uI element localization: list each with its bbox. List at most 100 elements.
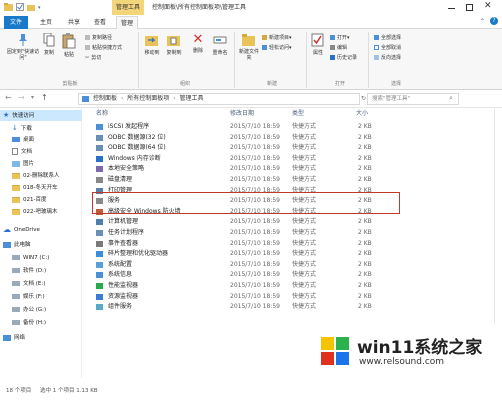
copy-path-icon [85, 35, 90, 40]
copy-path-button[interactable]: 复制路径 [85, 34, 112, 41]
nav-network[interactable]: 网络 [0, 333, 82, 344]
nav-drive-f[interactable]: 娱乐 (F:) [0, 292, 82, 303]
copy-to-button[interactable]: 复制到 [164, 33, 184, 56]
nav-item-desktop[interactable]: 桌面 [0, 135, 82, 146]
nav-onedrive[interactable]: ☁ OneDrive [0, 224, 82, 235]
delete-button[interactable]: ✕ 删除 [190, 33, 206, 55]
invert-selection-button[interactable]: 反向选择 [374, 54, 401, 61]
select-none-icon [374, 45, 379, 50]
folder-icon [12, 208, 20, 215]
up-icon[interactable]: ↑ [41, 93, 48, 102]
file-row[interactable]: iSCSI 发起程序 2015/7/10 18:59 快捷方式 2 KB [88, 122, 398, 132]
select-none-button[interactable]: 全部取消 [374, 44, 401, 51]
minimize-icon[interactable] [448, 8, 455, 9]
new-folder-quick-icon[interactable] [27, 3, 35, 11]
nav-drive-c[interactable]: WIN7 (C:) [0, 253, 82, 264]
nav-item-pictures[interactable]: 图片 [0, 159, 82, 170]
file-date: 2015/7/10 18:59 [230, 282, 280, 289]
chevron-down-icon[interactable]: ▾ [38, 5, 41, 11]
file-row[interactable]: ODBC 数据源(64 位) 2015/7/10 18:59 快捷方式 2 KB [88, 143, 398, 153]
column-header-name[interactable]: 名称 [96, 108, 108, 120]
crumb-control-panel[interactable]: 控制面板 [93, 95, 117, 102]
recent-chevron-icon[interactable]: ▾ [31, 94, 34, 101]
column-header-type[interactable]: 类型 [292, 108, 304, 120]
nav-item-folder[interactable]: 018-冬天开车 [0, 183, 82, 194]
crumb-admin-tools[interactable]: 管理工具 [180, 95, 204, 102]
tools-context-tab[interactable]: 管理工具 [112, 0, 144, 15]
column-header-size[interactable]: 大小 [356, 108, 368, 120]
nav-drive-d[interactable]: 软件 (D:) [0, 266, 82, 277]
file-row[interactable]: 任务计划程序 2015/7/10 18:59 快捷方式 2 KB [88, 228, 398, 238]
file-row[interactable]: 磁盘清理 2015/7/10 18:59 快捷方式 2 KB [88, 175, 398, 185]
help-icon[interactable]: ? [490, 17, 498, 25]
file-name: 任务计划程序 [108, 229, 145, 236]
nav-item-downloads[interactable]: ↓ 下载 [0, 123, 82, 134]
nav-item-folder[interactable]: 021-百度 [0, 195, 82, 206]
forward-icon[interactable]: → [18, 93, 25, 102]
nav-drive-e[interactable]: 文档 (E:) [0, 279, 82, 290]
cut-button[interactable]: ✂ 剪切 [85, 54, 101, 62]
file-type: 快捷方式 [292, 218, 317, 226]
file-row[interactable]: 系统信息 2015/7/10 18:59 快捷方式 2 KB [88, 270, 398, 280]
copy-button[interactable]: 复制 [40, 32, 58, 56]
properties-button[interactable]: 属性 [310, 33, 326, 56]
nav-item-folder[interactable]: 022-吧玻璃木 [0, 207, 82, 218]
ribbon-tabs: 文件 主页 共享 查看 管理 ⌃ ? [0, 15, 502, 29]
nav-item-documents[interactable]: 文档 [0, 147, 82, 158]
folder-icon [12, 184, 20, 191]
address-input[interactable]: 控制面板 › 所有控制面板项 › 管理工具 [78, 93, 360, 105]
history-button[interactable]: 历史记录 [330, 54, 357, 61]
crumb-all-items[interactable]: 所有控制面板项 [127, 95, 169, 102]
paste-shortcut-button[interactable]: 粘贴快捷方式 [85, 44, 122, 51]
navigation-pane: ★ 快速访问 ↓ 下载 桌面 文档 图片 02-删除联系人 018-冬天开车 021… [0, 108, 82, 378]
select-all-button[interactable]: 全部选择 [374, 34, 401, 41]
file-row[interactable]: 事件查看器 2015/7/10 18:59 快捷方式 2 KB [88, 239, 398, 249]
back-icon[interactable]: ← [5, 93, 12, 102]
rename-button[interactable]: 重命名 [210, 33, 230, 56]
file-type: 快捷方式 [292, 144, 317, 152]
tab-manage[interactable]: 管理 [116, 16, 138, 29]
pin-quick-access-button[interactable]: 固定到"快速访问" [6, 33, 40, 61]
file-row[interactable]: Windows 内存诊断 2015/7/10 18:59 快捷方式 2 KB [88, 154, 398, 164]
nav-this-pc[interactable]: 此电脑 [0, 240, 82, 251]
expand-ribbon-icon[interactable]: ⌃ [480, 18, 485, 25]
move-to-button[interactable]: 移动到 [142, 33, 162, 56]
tab-view[interactable]: 查看 [90, 16, 110, 29]
close-icon[interactable]: ✕ [484, 1, 492, 11]
shortcut-icon [96, 293, 103, 300]
easy-access-button[interactable]: 轻松访问▾ [262, 44, 292, 51]
tab-share[interactable]: 共享 [64, 16, 84, 29]
file-date: 2015/7/10 18:59 [230, 165, 280, 173]
explorer-window: ▾ 管理工具 控制面板\所有控制面板项\管理工具 ✕ 文件 主页 共享 查看 管… [0, 0, 502, 400]
tab-home[interactable]: 主页 [36, 16, 56, 29]
paste-button[interactable]: 粘贴 [60, 33, 78, 58]
column-header-date[interactable]: 修改日期 [230, 108, 254, 120]
watermark: win11系统之家 www.relsound.com [313, 325, 502, 381]
file-name: 资源监视器 [108, 292, 139, 300]
organize-group-label: 组织 [179, 81, 190, 87]
search-input[interactable]: 搜索"管理工具" [367, 93, 459, 105]
crumb-separator: › [120, 95, 124, 102]
new-folder-button[interactable]: 新建文件夹 [238, 33, 260, 61]
checkmark-icon[interactable] [16, 3, 24, 11]
file-row[interactable]: 资源监视器 2015/7/10 18:59 快捷方式 2 KB [88, 292, 398, 302]
open-button[interactable]: 打开▾ [330, 34, 350, 41]
nav-item-folder[interactable]: 02-删除联系人 [0, 171, 82, 182]
file-row[interactable]: 组件服务 2015/7/10 18:59 快捷方式 2 KB [88, 302, 398, 312]
file-row[interactable]: ODBC 数据源(32 位) 2015/7/10 18:59 快捷方式 2 KB [88, 133, 398, 143]
file-row[interactable]: 性能监视器 2015/7/10 18:59 快捷方式 2 KB [88, 281, 398, 291]
edit-button[interactable]: 编辑 [330, 44, 347, 51]
tab-file[interactable]: 文件 [4, 16, 28, 29]
file-row[interactable]: 本地安全策略 2015/7/10 18:59 快捷方式 2 KB [88, 164, 398, 174]
nav-quick-access[interactable]: ★ 快速访问 [0, 110, 82, 121]
new-item-button[interactable]: 新建项目▾ [262, 34, 292, 41]
window-title: 控制面板\所有控制面板项\管理工具 [152, 4, 247, 11]
file-row[interactable]: 计算机管理 2015/7/10 18:59 快捷方式 2 KB [88, 217, 398, 227]
maximize-icon[interactable] [466, 4, 473, 11]
nav-drive-h[interactable]: 备份 (H:) [0, 318, 82, 329]
file-row[interactable]: 系统配置 2015/7/10 18:59 快捷方式 2 KB [88, 260, 398, 270]
nav-drive-g[interactable]: 办公 (G:) [0, 305, 82, 316]
file-type: 快捷方式 [292, 260, 317, 268]
refresh-icon[interactable]: ↻ [361, 95, 366, 102]
file-row[interactable]: 碎片整理和优化驱动器 2015/7/10 18:59 快捷方式 2 KB [88, 249, 398, 259]
